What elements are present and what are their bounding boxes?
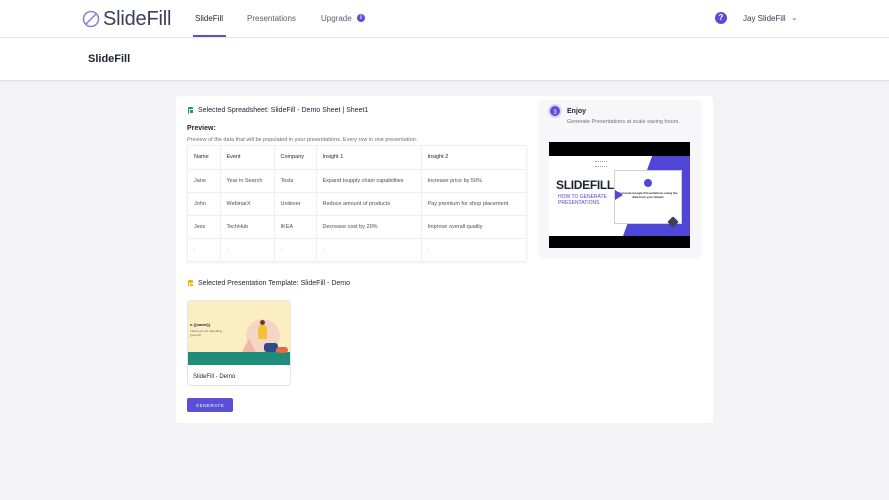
table-cell: John: [188, 192, 221, 216]
video-dot: [644, 179, 652, 187]
tutorial-video[interactable]: SLIDEFILL HOW TO GENERATE PRESENTATIONS …: [549, 142, 690, 248]
thumbnail-subtext: Thank you for attending {{event}}: [190, 329, 222, 337]
table-row: Jess TechHub IKEA Decrease cost by 20% I…: [188, 215, 526, 239]
column-header: Name: [188, 146, 221, 170]
selected-template: Selected Presentation Template: SlideFil…: [188, 280, 350, 287]
thumbnail-heading: n {{name}}: [190, 322, 211, 327]
video-decoration: [595, 161, 607, 167]
table-cell: Tesla: [274, 169, 317, 193]
table-cell: IKEA: [274, 215, 317, 239]
step-description: Generate Presentations at scale saving h…: [567, 119, 680, 125]
thumbnail-band: [188, 352, 290, 365]
table-cell: Decrease cost by 20%: [316, 215, 422, 239]
preview-description: Preview of the data that will be populat…: [187, 137, 418, 143]
page-header: SlideFill: [0, 38, 889, 81]
nav-upgrade[interactable]: Upgrade: [321, 14, 352, 23]
user-menu[interactable]: Jay SlideFill: [743, 14, 786, 23]
spreadsheet-icon: [188, 107, 194, 114]
thumbnail-figure: [276, 347, 288, 353]
table-row-more: : : : : :: [188, 238, 526, 261]
top-nav: SlideFill SlideFill Presentations Upgrad…: [0, 0, 889, 38]
table-cell: Reduce amount of products: [316, 192, 422, 216]
selected-spreadsheet-label: Selected Spreadsheet: SlideFill - Demo S…: [198, 107, 369, 114]
info-icon: i: [357, 14, 365, 22]
table-cell: :: [427, 246, 430, 253]
column-header: Event: [220, 146, 275, 170]
chevron-down-icon[interactable]: ⌄: [791, 13, 798, 22]
nav-active-indicator: [193, 35, 226, 37]
preview-title: Preview:: [187, 125, 216, 132]
table-cell: :: [316, 238, 422, 261]
table-cell: Jane: [188, 169, 221, 193]
play-icon[interactable]: [615, 190, 623, 200]
help-icon[interactable]: ?: [715, 12, 727, 24]
table-cell: Pay premium for shop placement: [421, 192, 526, 216]
table-cell: Year in Search: [220, 169, 275, 193]
table-row: Jane Year in Search Tesla Expand tsupply…: [188, 169, 526, 193]
video-inner-text: Generate Google Presentations using the …: [618, 191, 678, 199]
table-cell: :: [274, 238, 317, 261]
selected-template-label: Selected Presentation Template: SlideFil…: [198, 280, 351, 287]
slidefill-logo-icon: [82, 10, 100, 28]
table-cell: TechHub: [220, 215, 275, 239]
column-header: Company: [274, 146, 317, 170]
thumbnail-figure: [258, 320, 267, 339]
table-cell: :: [220, 238, 275, 261]
page-title: SlideFill: [88, 53, 131, 65]
video-title: SLIDEFILL: [556, 178, 614, 192]
table-cell: Improve overall quality: [421, 215, 526, 239]
video-subtitle: HOW TO GENERATE PRESENTATIONS: [558, 194, 607, 206]
table-cell: WebinarX: [220, 192, 275, 216]
table-cell: :: [188, 238, 221, 261]
logo[interactable]: SlideFill: [82, 7, 171, 31]
table-cell: Jess: [188, 215, 221, 239]
table-cell: Increase price by 50%: [421, 169, 526, 193]
table-cell: Expand tsupply chain capabilities: [316, 169, 422, 193]
template-card[interactable]: n {{name}} Thank you for attending {{eve…: [187, 300, 291, 386]
column-header: Insight 1: [316, 146, 422, 170]
logo-text: SlideFill: [103, 7, 172, 30]
slides-icon: [188, 280, 194, 287]
column-header: Insight 2: [421, 146, 526, 170]
thumbnail-shape: [242, 339, 256, 352]
video-frame: SLIDEFILL HOW TO GENERATE PRESENTATIONS …: [549, 156, 690, 236]
preview-table: Name Event Company Insight 1 Insight 2 J…: [187, 145, 527, 262]
nav-slidefill[interactable]: SlideFill: [195, 14, 223, 23]
step-badge: 3: [548, 104, 562, 118]
table-row: John WebinarX Unilever Reduce amount of …: [188, 192, 526, 216]
selected-spreadsheet: Selected Spreadsheet: SlideFill - Demo S…: [188, 107, 368, 114]
nav-presentations[interactable]: Presentations: [247, 14, 296, 23]
step-title: Enjoy: [567, 108, 587, 115]
template-thumbnail: n {{name}} Thank you for attending {{eve…: [188, 301, 290, 365]
table-header-row: Name Event Company Insight 1 Insight 2: [188, 146, 526, 170]
template-name: SlideFill - Demo: [193, 374, 236, 380]
table-cell: Unilever: [274, 192, 317, 216]
generate-button[interactable]: GENERATE: [187, 398, 233, 412]
